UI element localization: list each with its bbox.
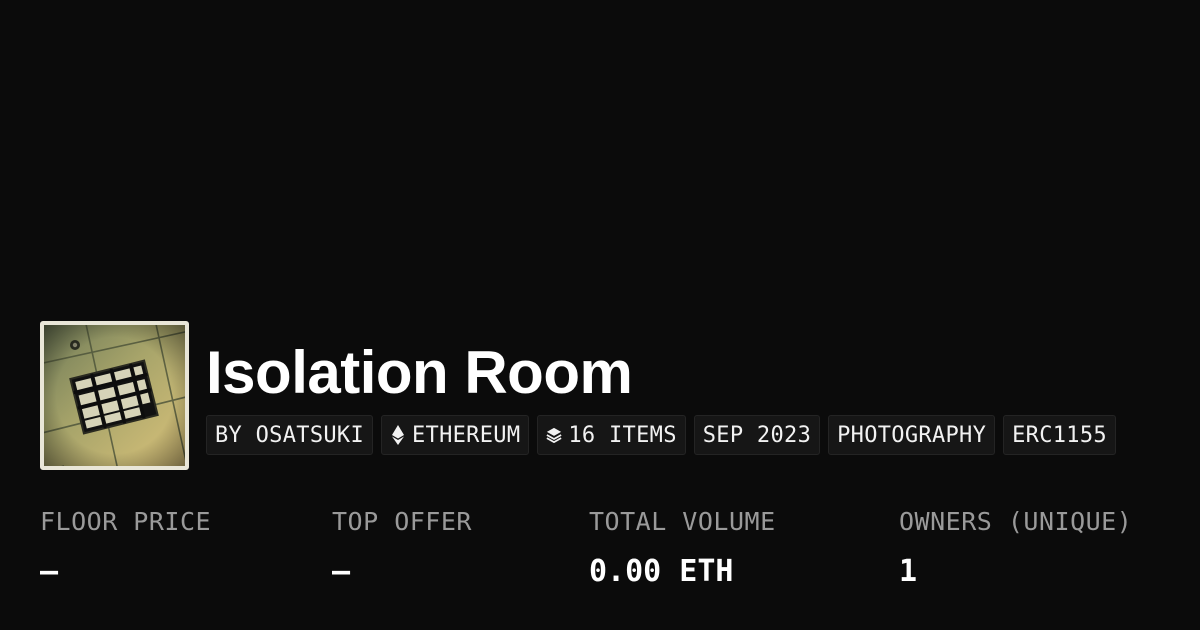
layers-icon	[546, 424, 562, 446]
creator-tag-label: BY OSATSUKI	[215, 422, 364, 448]
floor-price-value: –	[40, 554, 59, 589]
top-offer-value: –	[332, 554, 351, 589]
category-tag[interactable]: PHOTOGRAPHY	[828, 415, 996, 455]
chain-tag[interactable]: ETHEREUM	[381, 415, 530, 455]
ethereum-icon	[390, 424, 406, 446]
floor-price-stat: FLOOR PRICE –	[40, 505, 211, 591]
standard-tag-label: ERC1155	[1012, 422, 1107, 448]
date-tag: SEP 2023	[693, 415, 821, 455]
items-tag-label: 16 ITEMS	[568, 422, 677, 448]
owners-stat: OWNERS (UNIQUE) 1	[899, 505, 1132, 591]
standard-tag: ERC1155	[1003, 415, 1116, 455]
owners-label: OWNERS (UNIQUE)	[899, 507, 1133, 536]
chain-tag-label: ETHEREUM	[412, 422, 521, 448]
collection-share-card: Isolation Room BY OSATSUKI ETHEREUM 16 I…	[0, 0, 1200, 630]
total-volume-value: 0.00 ETH	[589, 554, 734, 589]
creator-tag[interactable]: BY OSATSUKI	[206, 415, 373, 455]
collection-photo-thumbnail	[44, 325, 185, 466]
date-tag-label: SEP 2023	[702, 422, 812, 448]
floor-price-label: FLOOR PRICE	[40, 507, 212, 536]
collection-tags: BY OSATSUKI ETHEREUM 16 ITEMS SEP 2023 P…	[206, 415, 1116, 455]
owners-value: 1	[899, 554, 918, 589]
total-volume-label: TOTAL VOLUME	[589, 507, 776, 536]
top-offer-label: TOP OFFER	[332, 507, 472, 536]
items-tag[interactable]: 16 ITEMS	[537, 415, 686, 455]
top-offer-stat: TOP OFFER –	[332, 505, 472, 591]
collection-avatar	[40, 321, 189, 470]
total-volume-stat: TOTAL VOLUME 0.00 ETH	[589, 505, 776, 591]
category-tag-label: PHOTOGRAPHY	[837, 422, 987, 448]
collection-title: Isolation Room	[206, 339, 633, 406]
